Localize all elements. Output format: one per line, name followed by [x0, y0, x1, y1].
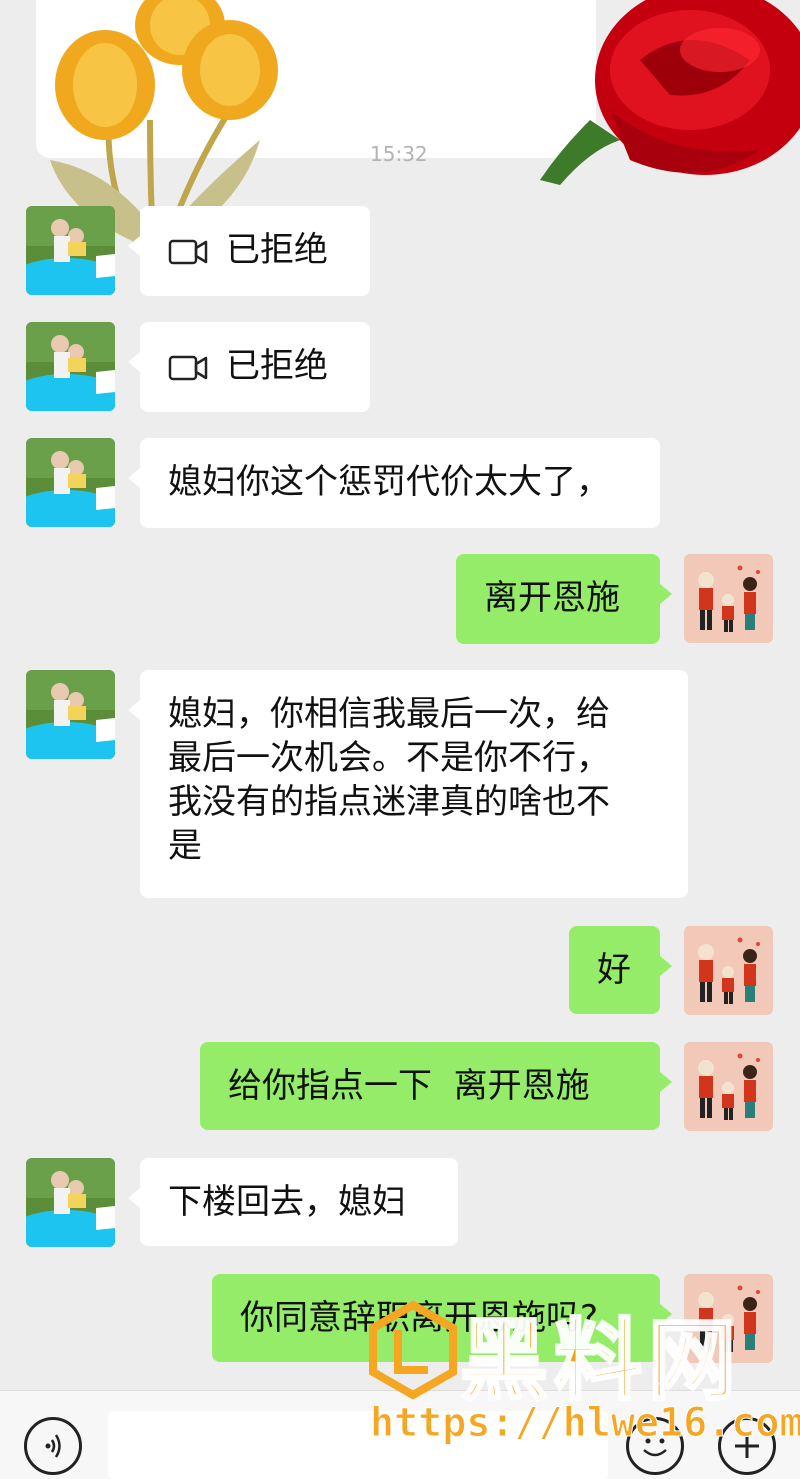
- contact-avatar[interactable]: [26, 322, 115, 411]
- contact-avatar[interactable]: [26, 1158, 115, 1247]
- timestamp: 15:32: [370, 142, 428, 166]
- rose-sticker: [540, 0, 800, 185]
- message-text: 下楼回去，媳妇: [168, 1182, 406, 1222]
- video-camera-icon: [168, 354, 208, 382]
- message-line: 我没有的指点迷津真的啥也不: [168, 782, 610, 822]
- message-line: 最后一次机会。不是你不行，: [168, 738, 610, 778]
- watermark-brand: 黑料网: [458, 1308, 743, 1414]
- incoming-message[interactable]: 媳妇，你相信我最后一次，给 最后一次机会。不是你不行， 我没有的指点迷津真的啥也…: [128, 670, 688, 898]
- message-text: 媳妇你这个惩罚代价太大了，: [168, 462, 610, 502]
- my-avatar[interactable]: [684, 1042, 773, 1131]
- outgoing-message[interactable]: 给你指点一下 离开恩施: [200, 1042, 672, 1130]
- message-text: 离开恩施: [484, 578, 620, 618]
- video-camera-icon: [168, 238, 208, 266]
- voice-icon[interactable]: [24, 1417, 82, 1475]
- message-text: 给你指点一下 离开恩施: [228, 1066, 590, 1106]
- message-line: 媳妇，你相信我最后一次，给: [168, 694, 610, 734]
- video-call-declined-bubble[interactable]: 已拒绝: [128, 206, 370, 296]
- contact-avatar[interactable]: [26, 438, 115, 527]
- watermark-logo: [369, 1300, 457, 1400]
- watermark-url: https://hlwe16.com: [369, 1400, 800, 1447]
- contact-avatar[interactable]: [26, 206, 115, 295]
- outgoing-message[interactable]: 好: [569, 926, 672, 1014]
- contact-avatar[interactable]: [26, 670, 115, 759]
- message-text: 好: [597, 950, 631, 990]
- incoming-message[interactable]: 媳妇你这个惩罚代价太大了，: [128, 438, 660, 528]
- video-call-declined-bubble[interactable]: 已拒绝: [128, 322, 370, 412]
- incoming-message[interactable]: 下楼回去，媳妇: [128, 1158, 458, 1246]
- my-avatar[interactable]: [684, 554, 773, 643]
- outgoing-message[interactable]: 离开恩施: [456, 554, 672, 644]
- call-status: 已拒绝: [226, 346, 328, 386]
- message-line: 是: [168, 826, 202, 866]
- call-status: 已拒绝: [226, 230, 328, 270]
- my-avatar[interactable]: [684, 926, 773, 1015]
